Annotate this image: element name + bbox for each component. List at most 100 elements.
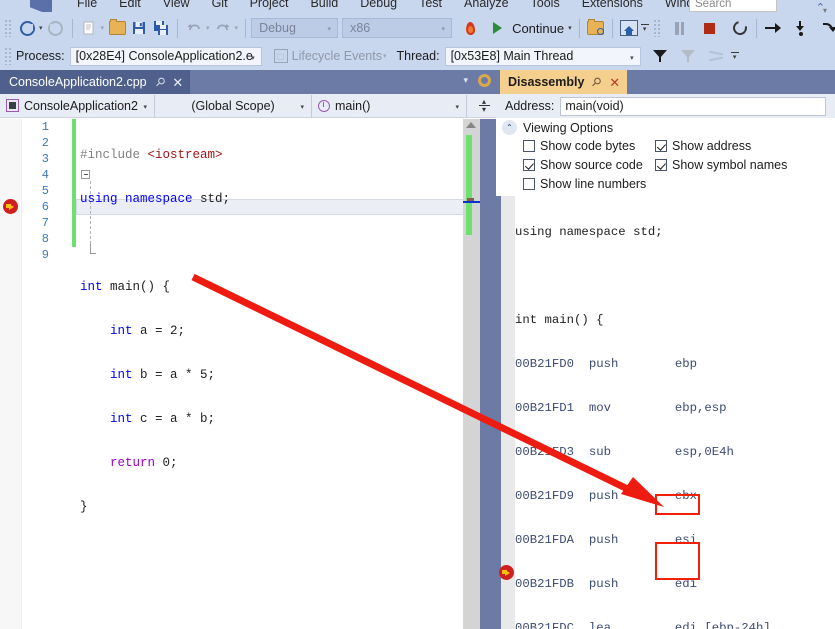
chevron-down-icon[interactable]: ▾ [101, 24, 105, 32]
continue-label[interactable]: Continue [512, 21, 564, 36]
stop-debugging-button[interactable] [699, 17, 721, 39]
pin-icon[interactable]: ⚲ [152, 74, 168, 90]
pin-icon[interactable]: ⚲ [589, 74, 605, 90]
disasm-operands: esi [674, 533, 697, 547]
undo-button[interactable] [183, 17, 205, 39]
line-number-gutter: 1 2 3 4 5 6 7 8 9 [21, 119, 53, 263]
disassembly-listing[interactable]: using namespace std; int main() { 00B21F… [496, 196, 835, 629]
hot-reload-button[interactable] [459, 17, 481, 39]
close-icon[interactable]: ✕ [609, 76, 620, 89]
toolbar-grip[interactable] [4, 19, 13, 37]
checkbox-icon[interactable] [655, 159, 667, 171]
show-next-statement-button[interactable] [762, 17, 784, 39]
solution-platform-combo[interactable]: x86 ▾ [342, 18, 453, 38]
step-into-button[interactable] [790, 17, 812, 39]
checkbox-icon[interactable] [523, 178, 535, 190]
source-code-text[interactable]: #include <iostream> using namespace std;… [80, 119, 230, 543]
break-all-button[interactable] [669, 17, 691, 39]
chevron-down-icon[interactable]: ▾ [383, 52, 387, 60]
new-item-button[interactable] [78, 17, 100, 39]
thread-combo[interactable]: [0x53E8] Main Thread ▾ [444, 46, 641, 66]
gear-icon[interactable] [478, 74, 491, 87]
menu-item-debug[interactable]: Debug [349, 0, 408, 12]
thread-value: [0x53E8] Main Thread [450, 49, 574, 63]
chevron-down-icon[interactable]: ▾ [463, 75, 468, 86]
checkbox-icon[interactable] [655, 140, 667, 152]
disassembly-gutter[interactable] [501, 196, 515, 629]
checkbox-show-address[interactable]: Show address [655, 139, 751, 153]
change-bar [72, 119, 76, 247]
funnel-icon [652, 49, 667, 63]
step-over-button[interactable] [818, 17, 835, 39]
filter-clear-button[interactable] [677, 45, 699, 67]
disasm-operands: ebx [674, 489, 697, 503]
toolbar-overflow-button[interactable]: ▾ [640, 23, 649, 33]
continue-button[interactable] [486, 17, 508, 39]
checkbox-show-symbol-names[interactable]: Show symbol names [655, 158, 787, 172]
filter-button[interactable] [649, 45, 671, 67]
viewing-options-header[interactable]: ⌃ Viewing Options [502, 120, 613, 135]
flow-toggle-button[interactable] [705, 45, 727, 67]
checkbox-icon[interactable] [523, 140, 535, 152]
tab-consoleapplication2-cpp[interactable]: ConsoleApplication2.cpp ⚲ ✕ [0, 70, 191, 94]
menu-item-git[interactable]: Git [201, 0, 239, 12]
save-button[interactable] [128, 17, 150, 39]
menu-item-analyze[interactable]: Analyze [453, 0, 519, 12]
global-scope-combo[interactable]: (Global Scope) ▾ [155, 94, 312, 117]
chevron-down-icon[interactable]: ▾ [568, 24, 572, 32]
menu-item-test[interactable]: Test [408, 0, 453, 12]
scroll-up-arrow-icon[interactable] [466, 122, 476, 128]
restart-circular-arrow-icon [730, 18, 750, 38]
toolbar-grip[interactable] [4, 47, 13, 65]
menu-item-extensions[interactable]: Extensions [571, 0, 654, 12]
menu-item-project[interactable]: Project [239, 0, 300, 12]
disasm-operands: ebp,esp [674, 401, 727, 415]
navigate-backward-button[interactable] [16, 17, 38, 39]
home-button[interactable] [618, 17, 640, 39]
close-icon[interactable]: ✕ [172, 76, 183, 89]
disasm-mnemonic: sub [588, 445, 611, 459]
restart-button[interactable] [729, 17, 751, 39]
lifecycle-events-label[interactable]: Lifecycle Events [292, 49, 382, 63]
checkbox-show-source-code[interactable]: Show source code [523, 158, 643, 172]
solution-configuration-combo[interactable]: Debug ▾ [251, 18, 339, 38]
disasm-instruction-row: 00B21FDB push edi [515, 576, 835, 592]
menu-item-file[interactable]: File [66, 0, 108, 12]
function-scope-combo[interactable]: main() ▾ [312, 94, 467, 117]
redo-button[interactable] [212, 17, 234, 39]
menu-item-view[interactable]: View [152, 0, 201, 12]
search-input[interactable]: Search [689, 0, 777, 12]
navigate-forward-button[interactable] [45, 17, 67, 39]
window-restore-icon[interactable]: ⌃ [816, 1, 825, 14]
menu-item-edit[interactable]: Edit [108, 0, 152, 12]
checkbox-show-line-numbers[interactable]: Show line numbers [523, 177, 646, 191]
toolbar-overflow-button-3[interactable]: ▾ [730, 51, 739, 61]
scrollbar-thumb[interactable] [466, 135, 472, 235]
split-view-icon[interactable]: ▴ ▾ [477, 97, 491, 114]
code-editor-area[interactable]: 1 2 3 4 5 6 7 8 9 #include <iostream> us… [0, 119, 496, 629]
process-combo[interactable]: [0x28E4] ConsoleApplication2.e ▾ [69, 46, 262, 66]
checkbox-show-code-bytes[interactable]: Show code bytes [523, 139, 635, 153]
checkbox-icon[interactable] [523, 159, 535, 171]
project-scope-combo[interactable]: ConsoleApplication2 ▾ [0, 94, 155, 117]
chevron-up-icon[interactable]: ⌃ [502, 120, 517, 135]
tab-disassembly[interactable]: Disassembly ⚲ ✕ [500, 70, 628, 94]
chevron-down-icon[interactable]: ▾ [39, 24, 43, 32]
editor-pane: ConsoleApplication2.cpp ⚲ ✕ ▾ ConsoleApp… [0, 70, 496, 629]
save-all-button[interactable] [150, 17, 172, 39]
step-into-icon [795, 20, 807, 36]
menu-item-build[interactable]: Build [299, 0, 349, 12]
arrow-right-icon [764, 22, 781, 34]
open-file-button[interactable] [106, 17, 128, 39]
find-in-files-button[interactable] [585, 17, 607, 39]
chevron-down-icon[interactable]: ▾ [235, 24, 239, 32]
editor-vertical-scrollbar[interactable] [463, 119, 480, 629]
line-number: 9 [41, 248, 49, 262]
checkbox-label: Show symbol names [672, 158, 788, 172]
address-input[interactable]: main(void) [560, 96, 827, 116]
menu-item-tools[interactable]: Tools [520, 0, 571, 12]
chevron-down-icon[interactable]: ▾ [206, 24, 210, 32]
toolbar-grip[interactable] [652, 19, 662, 37]
breakpoint-gutter[interactable] [0, 119, 22, 629]
